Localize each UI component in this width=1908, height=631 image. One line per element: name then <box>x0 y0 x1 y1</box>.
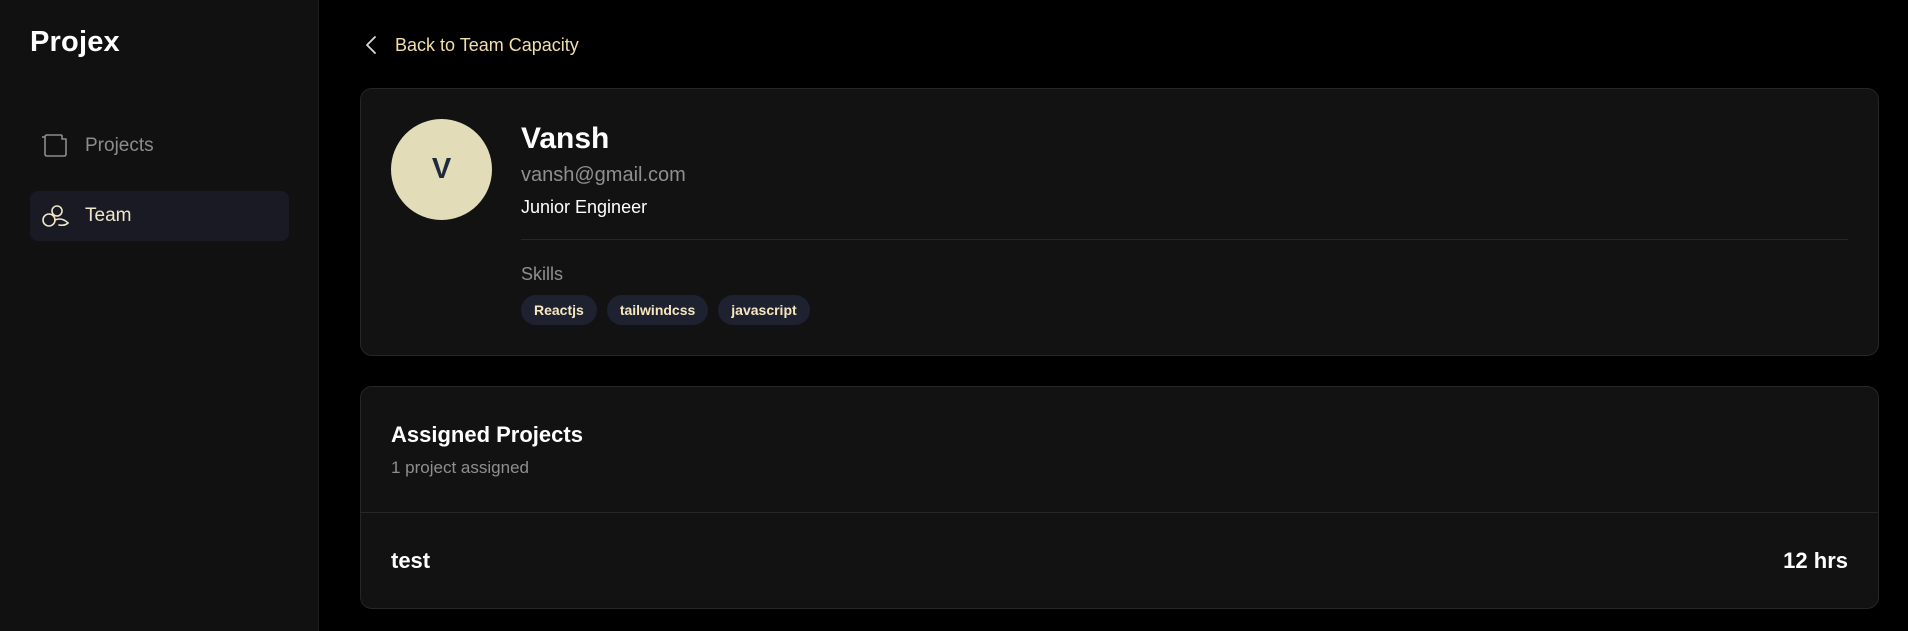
avatar: V <box>391 119 492 220</box>
app-root: Projex Projects Team Back to Team Capaci… <box>0 0 1908 631</box>
app-logo[interactable]: Projex <box>30 26 120 59</box>
sidebar-item-label: Projects <box>85 135 154 156</box>
divider <box>521 239 1848 240</box>
assigned-projects-count: 1 project assigned <box>391 458 529 477</box>
back-link-label: Back to Team Capacity <box>395 34 579 55</box>
skills-label: Skills <box>521 264 564 284</box>
sidebar-item-label: Team <box>85 205 132 226</box>
member-profile-card: V Vansh vansh@gmail.com Junior Engineer … <box>360 88 1879 356</box>
member-name: Vansh <box>521 122 610 155</box>
assigned-projects-card: Assigned Projects 1 project assigned tes… <box>360 386 1879 609</box>
team-icon <box>40 201 70 231</box>
skills-list: Reactjs tailwindcss javascript <box>521 295 1848 325</box>
project-name: test <box>391 548 431 573</box>
skill-badge: javascript <box>718 295 810 325</box>
back-to-team-capacity-link[interactable]: Back to Team Capacity <box>365 34 579 56</box>
sidebar: Projex Projects Team <box>0 0 319 631</box>
member-role: Junior Engineer <box>521 197 648 217</box>
chevron-left-icon <box>365 34 383 56</box>
profile-info: Vansh vansh@gmail.com Junior Engineer Sk… <box>521 121 1848 325</box>
member-email: vansh@gmail.com <box>521 164 686 186</box>
skill-badge: Reactjs <box>521 295 597 325</box>
assigned-projects-header: Assigned Projects 1 project assigned <box>361 387 1878 513</box>
sidebar-nav: Projects Team <box>30 121 289 261</box>
main-content: Back to Team Capacity V Vansh vansh@gmai… <box>319 0 1908 631</box>
project-row[interactable]: test 12 hrs <box>361 513 1878 609</box>
folder-icon <box>40 131 70 161</box>
assigned-projects-title: Assigned Projects <box>391 422 583 447</box>
sidebar-item-team[interactable]: Team <box>30 191 289 241</box>
sidebar-item-projects[interactable]: Projects <box>30 121 289 171</box>
skill-badge: tailwindcss <box>606 295 709 325</box>
project-hours: 12 hrs <box>1783 548 1848 573</box>
